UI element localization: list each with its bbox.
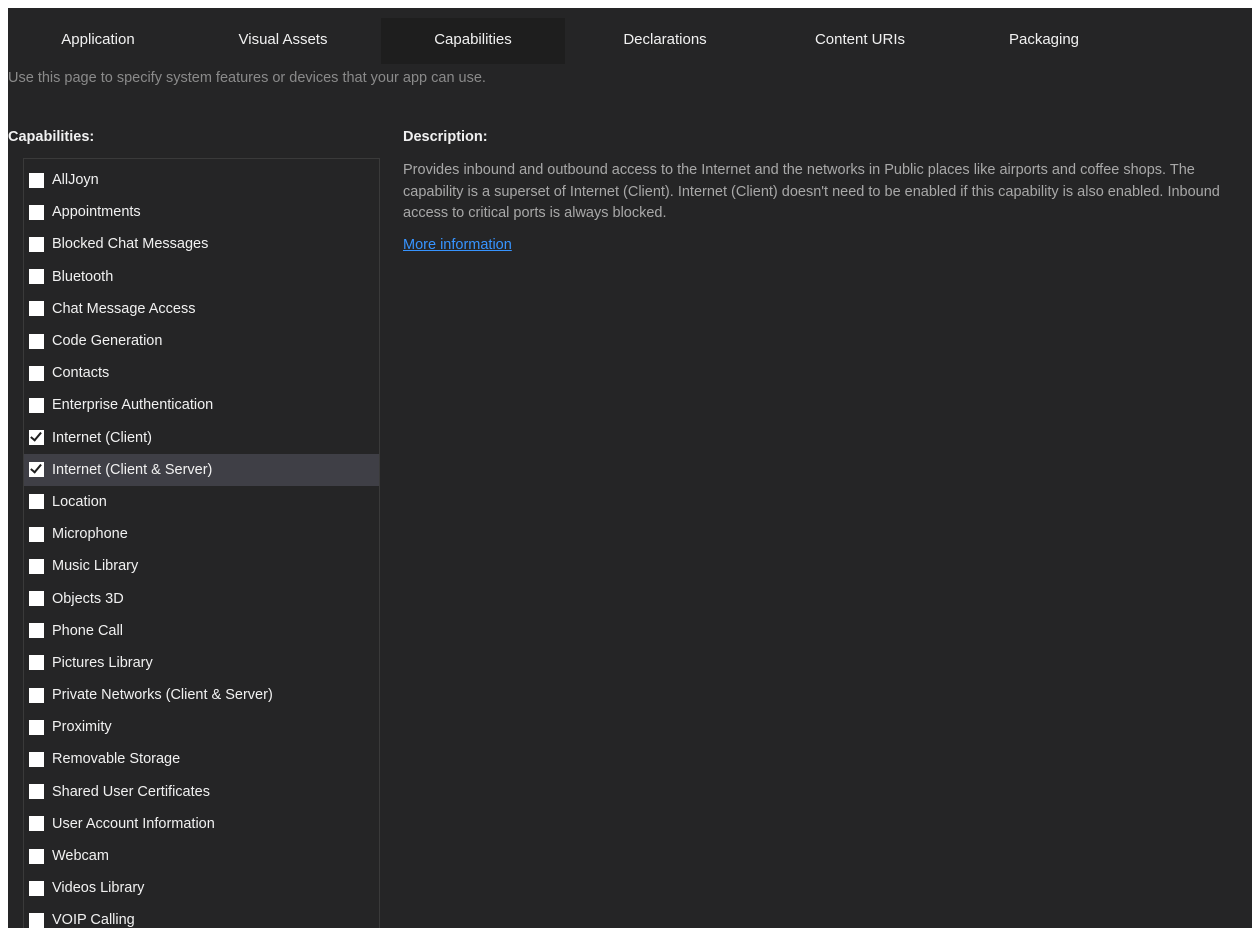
capability-item[interactable]: Internet (Client & Server) [24,453,379,486]
capability-label: Private Networks (Client & Server) [52,687,273,704]
checkbox-unchecked[interactable] [29,784,44,800]
capability-label: Chat Message Access [52,300,196,317]
capability-label: Microphone [52,526,128,543]
capability-label: Phone Call [52,622,123,639]
checkbox-unchecked[interactable] [29,880,44,896]
capability-item[interactable]: Microphone [24,518,379,550]
capability-label: Blocked Chat Messages [52,236,209,253]
checkbox-unchecked[interactable] [29,204,44,220]
checkbox-unchecked[interactable] [29,269,44,285]
capability-item[interactable]: Proximity [24,711,379,743]
checkbox-unchecked[interactable] [29,591,44,607]
checkbox-unchecked[interactable] [29,236,44,252]
capability-item[interactable]: Blocked Chat Messages [24,228,379,260]
capability-item[interactable]: Pictures Library [24,647,379,679]
tab-bar: Application Visual Assets Capabilities D… [8,18,1252,64]
capability-label: Internet (Client & Server) [52,461,213,478]
checkbox-unchecked[interactable] [29,816,44,832]
capability-item[interactable]: VOIP Calling [24,904,379,928]
capability-label: Bluetooth [52,268,114,285]
checkbox-unchecked[interactable] [29,558,44,574]
page-hint: Use this page to specify system features… [8,70,486,86]
checkbox-unchecked[interactable] [29,687,44,703]
capability-label: Shared User Certificates [52,783,210,800]
capability-label: Enterprise Authentication [52,397,214,414]
capability-label: VOIP Calling [52,912,135,928]
checkbox-unchecked[interactable] [29,526,44,542]
checkbox-unchecked[interactable] [29,912,44,928]
capability-item[interactable]: Shared User Certificates [24,776,379,808]
capability-item[interactable]: Music Library [24,550,379,582]
checkbox-unchecked[interactable] [29,301,44,317]
capability-label: Pictures Library [52,654,153,671]
capability-item[interactable]: Private Networks (Client & Server) [24,679,379,711]
capability-label: Objects 3D [52,590,124,607]
checkbox-unchecked[interactable] [29,719,44,735]
checkbox-unchecked[interactable] [29,365,44,381]
checkbox-unchecked[interactable] [29,623,44,639]
tab-packaging[interactable]: Packaging [974,18,1114,64]
checkbox-unchecked[interactable] [29,848,44,864]
capability-item[interactable]: Bluetooth [24,261,379,293]
tab-application[interactable]: Application [28,18,168,64]
capability-label: User Account Information [52,815,215,832]
capability-item[interactable]: Code Generation [24,325,379,357]
tab-declarations[interactable]: Declarations [595,18,735,64]
checkbox-unchecked[interactable] [29,333,44,349]
more-information-link[interactable]: More information [403,237,512,253]
tab-visual-assets[interactable]: Visual Assets [213,18,353,64]
capability-item[interactable]: Chat Message Access [24,293,379,325]
capability-label: Location [52,493,107,510]
capability-item[interactable]: Objects 3D [24,582,379,614]
capability-label: Webcam [52,848,109,865]
capability-item[interactable]: Enterprise Authentication [24,389,379,421]
checkbox-unchecked[interactable] [29,655,44,671]
checkbox-unchecked[interactable] [29,494,44,510]
capability-item[interactable]: Appointments [24,196,379,228]
checkbox-checked[interactable] [29,430,44,446]
capability-item[interactable]: Internet (Client) [24,422,379,454]
tab-capabilities[interactable]: Capabilities [381,18,565,64]
capabilities-list: AllJoyn Appointments Blocked Chat Messages… [23,158,380,928]
capability-label: Appointments [52,204,141,221]
capability-label: Internet (Client) [52,429,152,446]
capability-label: Contacts [52,365,110,382]
capability-label: Videos Library [52,880,145,897]
checkbox-unchecked[interactable] [29,397,44,413]
tab-content-uris[interactable]: Content URIs [790,18,930,64]
capability-item[interactable]: User Account Information [24,808,379,840]
checkbox-checked[interactable] [29,462,44,478]
capability-item[interactable]: Location [24,486,379,518]
capability-label: Removable Storage [52,751,181,768]
capability-label: Proximity [52,719,112,736]
capabilities-heading: Capabilities: [8,129,95,145]
checkbox-unchecked[interactable] [29,751,44,767]
description-text: Provides inbound and outbound access to … [403,162,1220,221]
capability-label: AllJoyn [52,172,99,189]
capability-label: Music Library [52,558,139,575]
manifest-designer-panel: Application Visual Assets Capabilities D… [8,8,1252,928]
capability-item[interactable]: Contacts [24,357,379,389]
capability-item[interactable]: Phone Call [24,615,379,647]
capability-item[interactable]: Videos Library [24,872,379,904]
capability-item[interactable]: Webcam [24,840,379,872]
capability-label: Code Generation [52,333,163,350]
description-heading: Description: [403,129,488,145]
checkbox-unchecked[interactable] [29,172,44,188]
capability-item[interactable]: Removable Storage [24,743,379,775]
capability-item[interactable]: AllJoyn [24,164,379,196]
